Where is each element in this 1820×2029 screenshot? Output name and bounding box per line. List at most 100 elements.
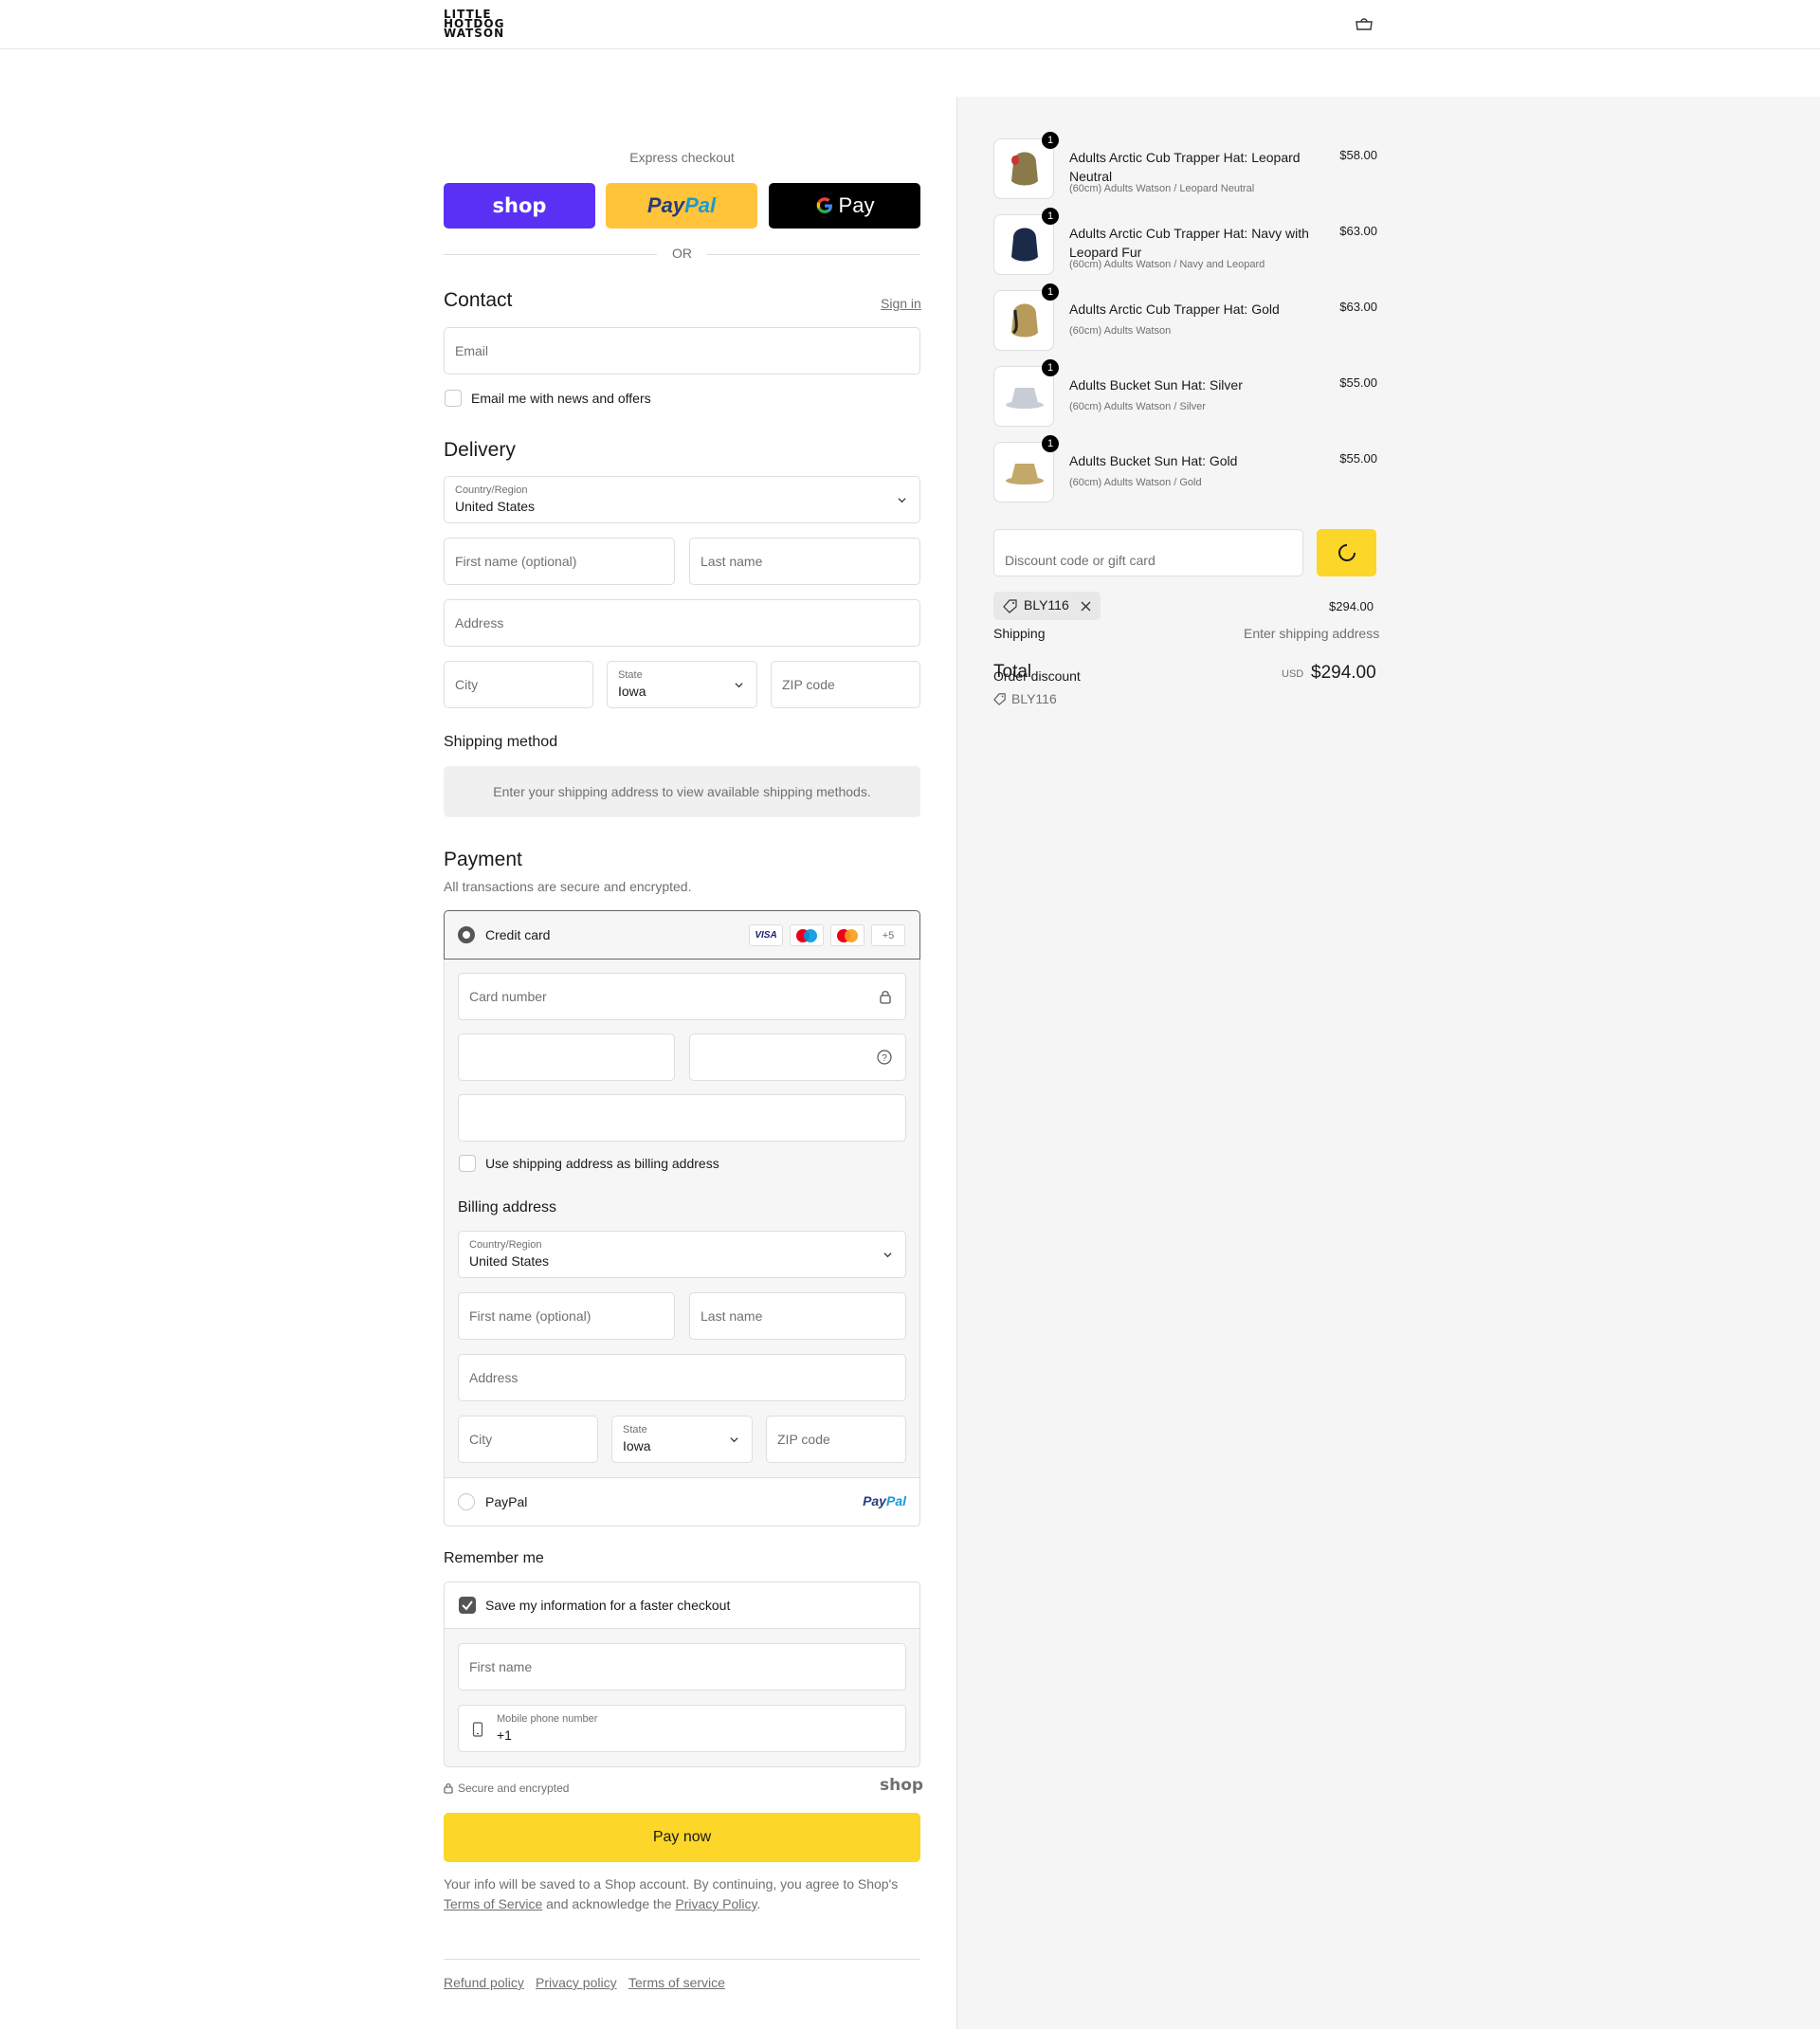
line-item: 1 Adults Arctic Cub Trapper Hat: Navy wi… <box>993 208 1377 281</box>
billing-address-title: Billing address <box>458 1199 557 1216</box>
last-name-field[interactable]: Last name <box>689 538 920 585</box>
credit-card-radio[interactable] <box>458 926 475 943</box>
item-name: Adults Bucket Sun Hat: Silver <box>1069 377 1243 393</box>
item-name: Adults Arctic Cub Trapper Hat: Gold <box>1069 302 1280 317</box>
billing-first-name-placeholder: First name (optional) <box>469 1308 592 1324</box>
more-cards-badge: +5 <box>871 924 905 946</box>
paypal-logo: PayPal <box>863 1493 906 1508</box>
privacy-policy-link[interactable]: Privacy policy <box>536 1975 617 1990</box>
first-name-field[interactable]: First name (optional) <box>444 538 675 585</box>
shop-pay-logo: shop <box>492 194 547 217</box>
use-shipping-label: Use shipping address as billing address <box>485 1156 719 1171</box>
or-text: OR <box>672 246 692 261</box>
visa-text: VISA <box>755 930 777 941</box>
google-pay-label: Pay <box>838 193 875 217</box>
save-info-label: Save my information for a faster checkou… <box>485 1598 731 1613</box>
spinner-icon <box>1338 544 1356 561</box>
address-field[interactable]: Address <box>444 599 920 647</box>
card-number-field[interactable]: Card number <box>458 973 906 1020</box>
zip-field[interactable]: ZIP code <box>771 661 920 708</box>
item-price: $58.00 <box>1339 148 1377 162</box>
shipping-label: Shipping <box>993 626 1046 641</box>
use-shipping-checkbox[interactable] <box>459 1155 476 1172</box>
product-thumbnail: 1 <box>993 283 1059 351</box>
bag-icon[interactable] <box>1354 15 1374 32</box>
email-placeholder: Email <box>455 343 489 358</box>
total-value: $294.00 <box>1311 663 1376 683</box>
refund-policy-link[interactable]: Refund policy <box>444 1975 524 1990</box>
billing-last-name-placeholder: Last name <box>701 1308 763 1324</box>
help-circle-icon[interactable]: ? <box>877 1050 892 1065</box>
item-price: $55.00 <box>1339 451 1377 466</box>
country-value: United States <box>455 499 536 514</box>
terms-of-service-link[interactable]: Terms of service <box>628 1975 725 1990</box>
shop-pay-button[interactable]: shop <box>444 183 595 228</box>
mobile-phone-field[interactable]: Mobile phone number +1 <box>458 1705 906 1752</box>
privacy-link[interactable]: Privacy Policy <box>675 1896 756 1911</box>
credit-card-option[interactable]: Credit card VISA +5 <box>444 910 920 960</box>
chevron-down-icon <box>730 1437 738 1443</box>
paypal-logo-part-a: Pay <box>863 1493 886 1508</box>
save-info-row[interactable]: Save my information for a faster checkou… <box>444 1581 920 1629</box>
store-logo[interactable]: LITTLE HOTDOG WATSON <box>444 9 505 40</box>
item-price: $63.00 <box>1339 224 1377 238</box>
bucket-hat-image <box>1006 388 1044 409</box>
currency-label: USD <box>1282 668 1304 680</box>
state-select[interactable]: State Iowa <box>607 661 757 708</box>
sign-in-link[interactable]: Sign in <box>881 296 921 311</box>
country-select[interactable]: Country/Region United States <box>444 476 920 523</box>
credit-card-label: Credit card <box>485 927 551 942</box>
save-info-checkbox[interactable] <box>459 1597 476 1614</box>
apply-discount-button[interactable] <box>1317 529 1376 576</box>
address-placeholder: Address <box>455 615 504 631</box>
shipping-method-title: Shipping method <box>444 734 558 750</box>
paypal-radio[interactable] <box>458 1493 475 1510</box>
item-name: Adults Arctic Cub Trapper Hat: Leopard N… <box>1069 150 1301 184</box>
subtotal-value: $294.00 <box>1329 599 1374 613</box>
lock-icon <box>880 991 891 1004</box>
billing-state-value: Iowa <box>623 1438 651 1453</box>
paypal-button[interactable]: Pay Pal <box>606 183 757 228</box>
item-name: Adults Bucket Sun Hat: Gold <box>1069 453 1238 468</box>
billing-city-field[interactable]: City <box>458 1416 598 1463</box>
payment-subtitle: All transactions are secure and encrypte… <box>444 879 692 894</box>
billing-last-name-field[interactable]: Last name <box>689 1292 906 1340</box>
visa-icon: VISA <box>749 924 783 946</box>
header: LITTLE HOTDOG WATSON <box>0 0 1820 49</box>
email-field[interactable]: Email <box>444 327 920 375</box>
state-value: Iowa <box>618 684 646 699</box>
express-checkout-label: Express checkout <box>629 150 735 165</box>
city-field[interactable]: City <box>444 661 593 708</box>
paypal-option-label: PayPal <box>485 1494 528 1509</box>
remember-first-name-placeholder: First name <box>469 1659 533 1674</box>
news-checkbox[interactable] <box>445 390 462 407</box>
first-name-placeholder: First name (optional) <box>455 554 577 569</box>
billing-address-field[interactable]: Address <box>458 1354 906 1401</box>
terms-link[interactable]: Terms of Service <box>444 1896 542 1911</box>
paypal-option[interactable]: PayPal PayPal <box>444 1477 920 1526</box>
applied-discount-tag: BLY116 <box>993 592 1101 620</box>
remember-me-title: Remember me <box>444 1550 544 1566</box>
or-divider: OR <box>444 246 920 263</box>
billing-state-select[interactable]: State Iowa <box>611 1416 753 1463</box>
name-on-card-field[interactable] <box>458 1094 906 1142</box>
discount-code-field[interactable]: Discount code or gift card <box>993 529 1303 576</box>
security-code-field[interactable]: ? <box>689 1033 906 1081</box>
close-icon[interactable] <box>1081 601 1091 612</box>
discount-placeholder: Discount code or gift card <box>1005 553 1156 568</box>
expiration-date-field[interactable] <box>458 1033 675 1081</box>
billing-first-name-field[interactable]: First name (optional) <box>458 1292 675 1340</box>
billing-zip-field[interactable]: ZIP code <box>766 1416 906 1463</box>
product-thumbnail: 1 <box>993 132 1059 199</box>
logo-line-3: WATSON <box>444 27 505 40</box>
billing-country-select[interactable]: Country/Region United States <box>458 1231 906 1278</box>
mastercard-icon <box>830 924 864 946</box>
billing-country-value: United States <box>469 1253 550 1269</box>
remember-first-name-field[interactable]: First name <box>458 1643 906 1691</box>
google-pay-button[interactable]: Pay <box>769 183 920 228</box>
pay-now-button[interactable]: Pay now <box>444 1813 920 1862</box>
billing-zip-placeholder: ZIP code <box>777 1432 830 1447</box>
item-variant: (60cm) Adults Watson / Leopard Neutral <box>1069 183 1255 194</box>
card-number-placeholder: Card number <box>469 989 547 1004</box>
phone-icon <box>472 1722 483 1737</box>
